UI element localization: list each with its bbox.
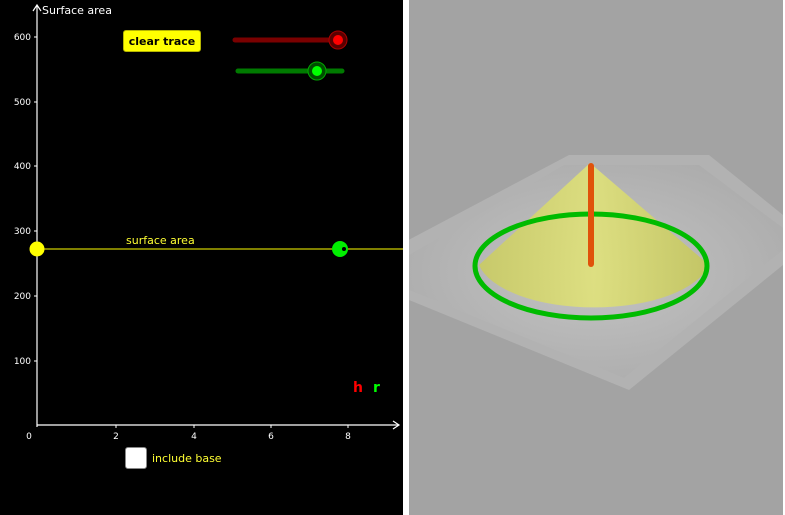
svg-text:8: 8 (345, 432, 351, 442)
include-base-checkbox-group[interactable]: include base (125, 447, 222, 469)
slider-h-handle[interactable] (333, 35, 343, 45)
legend-r-label: r (373, 380, 380, 396)
slider-h[interactable] (232, 30, 348, 50)
svg-text:200: 200 (14, 292, 31, 302)
x-tick-0: 0 (26, 432, 32, 442)
x-tick-2: 2 (113, 425, 119, 442)
svg-text:100: 100 (14, 357, 31, 367)
clear-trace-button[interactable]: clear trace (123, 30, 201, 52)
svg-text:0: 0 (26, 432, 32, 442)
graphics-3d-view[interactable] (409, 0, 783, 515)
svg-text:300: 300 (14, 227, 31, 237)
graph-canvas[interactable]: 600 500 400 300 200 100 0 2 4 6 8 Surfac… (0, 0, 403, 515)
x-tick-8: 8 (345, 425, 351, 442)
x-tick-6: 6 (268, 425, 274, 442)
slider-r-handle[interactable] (312, 66, 322, 76)
y-axis-title: Surface area (42, 4, 112, 17)
y-tick-300: 300 (14, 227, 37, 237)
include-base-label: include base (152, 451, 222, 465)
svg-text:4: 4 (191, 432, 197, 442)
svg-text:600: 600 (14, 33, 31, 43)
legend-h-label: h (353, 380, 363, 396)
surface-area-line-label: surface area (126, 234, 195, 247)
graph-view[interactable]: 600 500 400 300 200 100 0 2 4 6 8 Surfac… (0, 0, 403, 515)
y-tick-400: 400 (14, 162, 37, 172)
include-base-checkbox[interactable] (125, 447, 147, 469)
cone-height-rod (588, 163, 594, 267)
svg-text:2: 2 (113, 432, 119, 442)
surface-area-point[interactable] (29, 241, 45, 257)
svg-text:400: 400 (14, 162, 31, 172)
scene-3d-canvas[interactable] (409, 0, 783, 515)
y-tick-100: 100 (14, 357, 37, 367)
svg-text:6: 6 (268, 432, 274, 442)
current-point-marker (342, 247, 346, 251)
y-tick-500: 500 (14, 98, 37, 108)
x-tick-4: 4 (191, 425, 197, 442)
svg-text:500: 500 (14, 98, 31, 108)
y-tick-600: 600 (14, 33, 37, 43)
y-tick-200: 200 (14, 292, 37, 302)
slider-r[interactable] (235, 61, 345, 81)
